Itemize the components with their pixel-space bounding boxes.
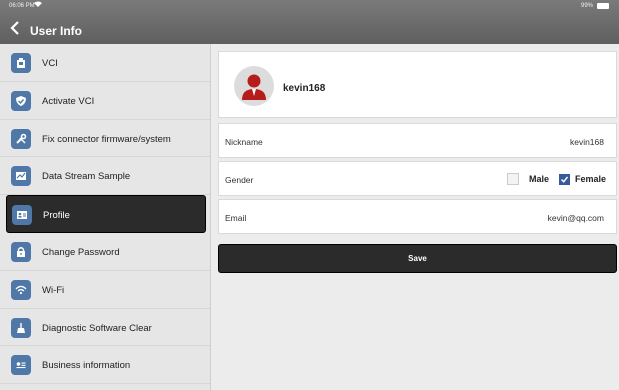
battery-level: 99% <box>580 3 593 9</box>
nickname-label: Nickname <box>225 137 263 147</box>
sidebar-item-profile[interactable]: Profile <box>6 195 206 233</box>
email-row[interactable]: Email kevin@qq.com <box>218 199 617 234</box>
gender-row: Gender Male Female <box>218 161 617 196</box>
email-value: kevin@qq.com <box>547 213 604 223</box>
profile-card: kevin168 <box>218 51 617 118</box>
lock-icon <box>11 241 31 262</box>
male-label[interactable]: Male <box>529 174 549 184</box>
avatar[interactable] <box>234 66 274 106</box>
shield-check-icon <box>11 90 31 111</box>
male-checkbox[interactable] <box>506 173 519 185</box>
sidebar-item-label: Data Stream Sample <box>42 171 131 183</box>
save-button[interactable]: Save <box>218 244 617 273</box>
wrench-icon <box>11 128 31 149</box>
status-bar: 06:06 PM 99% <box>0 0 619 12</box>
sidebar-item-change-password[interactable]: Change Password <box>0 233 210 271</box>
vci-icon <box>11 53 31 73</box>
sidebar-item-label: Activate VCI <box>42 95 95 107</box>
sidebar-item-vci[interactable]: VCI <box>0 44 210 82</box>
sidebar-item-label: VCI <box>42 58 58 69</box>
sidebar-item-diagnostic-software-clear[interactable]: Diagnostic Software Clear <box>0 309 210 347</box>
business-icon <box>11 355 31 376</box>
back-arrow-icon[interactable] <box>9 21 25 37</box>
female-label[interactable]: Female <box>575 174 606 184</box>
top-bar: 06:06 PM 99% User Info <box>0 0 619 44</box>
gender-label: Gender <box>225 175 254 185</box>
sidebar-item-data-stream-sample[interactable]: Data Stream Sample <box>0 157 210 196</box>
sidebar-item-label: Profile <box>43 210 70 222</box>
chart-icon <box>11 166 31 187</box>
sidebar-item-fix-connector[interactable]: Fix connector firmware/system <box>0 120 210 158</box>
status-time: 06:06 PM <box>9 3 35 9</box>
female-checkbox[interactable] <box>558 173 570 185</box>
email-label: Email <box>225 213 247 223</box>
sidebar-item-business-information[interactable]: Business information <box>0 346 210 385</box>
broom-icon <box>11 317 31 338</box>
nickname-value: kevin168 <box>569 137 604 147</box>
user-info-panel: kevin168 Nickname kevin168 Gender Male F… <box>218 51 617 273</box>
sidebar-item-label: Change Password <box>42 246 120 258</box>
profile-card-icon <box>12 205 32 226</box>
wifi-icon <box>11 279 31 300</box>
gender-options: Male Female <box>506 173 606 185</box>
nickname-row[interactable]: Nickname kevin168 <box>218 123 617 158</box>
wifi-status-icon <box>34 1 42 10</box>
sidebar-item-label: Business information <box>42 360 131 372</box>
sidebar-item-label: Wi-Fi <box>42 284 65 296</box>
sidebar-item-wifi[interactable]: Wi-Fi <box>0 271 210 309</box>
sidebar-item-label: Fix connector firmware/system <box>42 133 171 145</box>
username: kevin168 <box>283 83 326 94</box>
battery-icon <box>597 3 609 9</box>
sidebar: VCI Activate VCI Fix connector firmware/… <box>0 44 211 390</box>
page-title: User Info <box>30 24 83 38</box>
sidebar-item-label: Diagnostic Software Clear <box>42 322 152 334</box>
sidebar-item-activate-vci[interactable]: Activate VCI <box>0 82 210 120</box>
